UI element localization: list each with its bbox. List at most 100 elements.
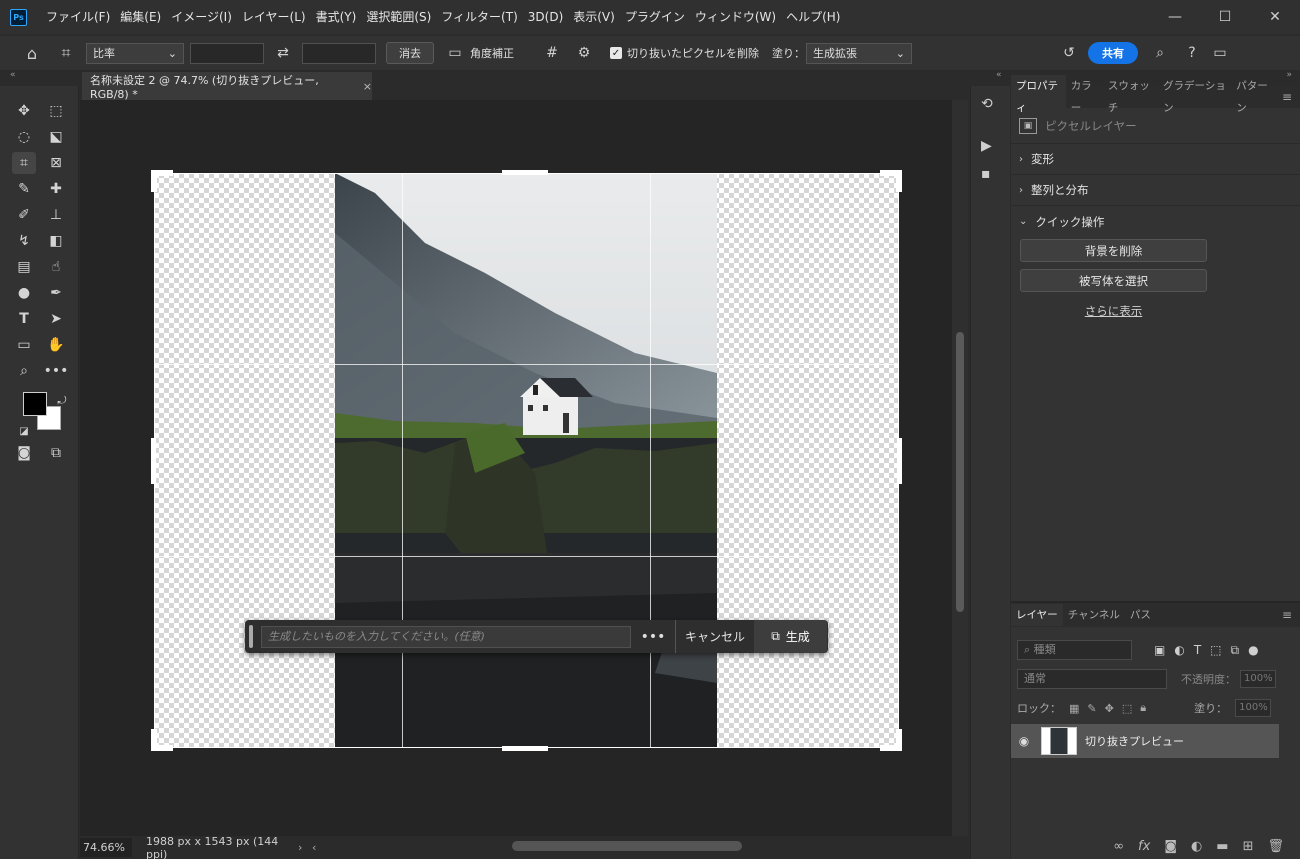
show-more-link[interactable]: さらに表示 [1020,303,1207,319]
object-selection-tool-icon[interactable]: ⬕ [44,126,68,148]
fill-select[interactable]: 生成拡張 ⌄ [806,42,912,64]
panel-menu-icon[interactable]: ≡ [1277,86,1300,108]
panel-menu-icon[interactable]: ≡ [1277,604,1300,626]
remove-background-button[interactable]: 背景を削除 [1020,239,1207,262]
menu-file[interactable]: ファイル(F) [41,0,115,34]
straighten-label[interactable]: 角度補正 [470,45,526,61]
lock-transparent-icon[interactable]: ▦ [1069,702,1079,715]
section-transform[interactable]: › 変形 [1011,144,1300,175]
undo-icon[interactable]: ↺ [1054,45,1084,61]
gradient-tool-icon[interactable]: ▤ [12,256,36,278]
maximize-button[interactable]: ☐ [1200,0,1250,34]
tab-paths[interactable]: パス [1125,604,1156,626]
smudge-tool-icon[interactable]: ☝ [44,256,68,278]
link-layers-icon[interactable]: ∞ [1113,839,1124,854]
frame-tool-icon[interactable]: ⊠ [44,152,68,174]
fill-input[interactable]: 100% [1235,699,1272,717]
tab-layers[interactable]: レイヤー [1011,604,1063,626]
brush-tool-icon[interactable]: ✐ [12,204,36,226]
filter-toggle-icon[interactable]: ● [1248,643,1258,658]
default-colors-icon[interactable]: ◪ [12,420,36,442]
cancel-button[interactable]: キャンセル [676,628,754,645]
tab-patterns[interactable]: パターン [1231,75,1277,119]
filter-shape-icon[interactable]: ⬚ [1210,643,1221,658]
hand-tool-icon[interactable]: ✋ [44,334,68,356]
close-tab-icon[interactable]: × [363,80,372,93]
horizontal-scroll-thumb[interactable] [512,841,742,851]
layer-row[interactable]: ◉ 切り抜きプレビュー [1011,724,1279,758]
quick-mask-icon[interactable]: ◙ [12,442,36,464]
marquee-tool-icon[interactable]: ⬚ [44,100,68,122]
section-quick-actions[interactable]: ⌄ クイック操作 [1011,206,1300,237]
delete-cropped-pixels-checkbox[interactable]: ✓ 切り抜いたピクセルを削除 [610,45,760,61]
crop-handle-top-left[interactable] [151,170,157,192]
minimize-button[interactable]: — [1150,0,1200,34]
menu-3d[interactable]: 3D(D) [523,0,568,34]
straighten-icon[interactable]: ▭ [440,45,470,61]
eraser-tool-icon[interactable]: ◧ [44,230,68,252]
zoom-tool-icon[interactable]: ⌕ [12,360,36,382]
drag-handle[interactable] [249,625,253,648]
vertical-scrollbar[interactable] [952,100,968,836]
tool-presets-icon[interactable]: ▪ [981,166,991,182]
path-selection-tool-icon[interactable]: ➤ [44,308,68,330]
section-align[interactable]: › 整列と分布 [1011,175,1300,206]
crop-handle-left[interactable] [151,438,156,484]
filter-pixel-icon[interactable]: ▣ [1154,643,1165,658]
lasso-tool-icon[interactable]: ◌ [12,126,36,148]
menu-view[interactable]: 表示(V) [568,0,620,34]
home-icon[interactable]: ⌂ [18,44,46,63]
tab-swatches[interactable]: スウォッチ [1103,75,1158,119]
generate-button[interactable]: ⧉ 生成 [754,620,827,653]
width-input[interactable] [190,42,264,64]
tab-color[interactable]: カラー [1066,75,1103,119]
overlay-grid-icon[interactable]: # [532,45,572,61]
screen-mode-icon[interactable]: ⧉ [44,442,68,464]
menu-image[interactable]: イメージ(I) [166,0,237,34]
foreground-color-swatch[interactable] [23,392,47,416]
search-icon[interactable]: ⌕ [1144,45,1176,61]
menu-layer[interactable]: レイヤー(L) [237,0,311,34]
prompt-input[interactable]: 生成したいものを入力してください。(任意) [261,625,631,648]
crop-handle-bottom-right[interactable] [896,729,902,751]
swap-icon[interactable]: ⇄ [264,45,302,61]
menu-filter[interactable]: フィルター(T) [436,0,522,34]
help-icon[interactable]: ? [1176,45,1208,61]
eyedropper-tool-icon[interactable]: ✎ [12,178,36,200]
type-tool-icon[interactable]: T [12,308,36,330]
lock-all-icon[interactable]: 🔒︎ [1140,701,1146,715]
toolbar-collapse[interactable]: « [0,70,79,86]
rectangle-tool-icon[interactable]: ▭ [12,334,36,356]
crop-handle-top-right[interactable] [896,170,902,192]
dodge-tool-icon[interactable]: ● [12,282,36,304]
fx-icon[interactable]: fx [1138,839,1150,854]
blend-mode-select[interactable]: 通常 [1017,669,1167,689]
move-tool-icon[interactable]: ✥ [12,100,36,122]
share-button[interactable]: 共有 [1088,42,1138,64]
menu-help[interactable]: ヘルプ(H) [781,0,845,34]
more-tools-icon[interactable]: ••• [44,360,69,382]
crop-handle-right[interactable] [897,438,902,484]
stamp-tool-icon[interactable]: ⊥ [44,204,68,226]
menu-select[interactable]: 選択範囲(S) [361,0,436,34]
menu-edit[interactable]: 編集(E) [115,0,166,34]
opacity-input[interactable]: 100% [1240,670,1276,688]
gear-icon[interactable]: ⚙ [572,45,596,61]
crop-canvas[interactable] [151,170,902,751]
layer-filter-select[interactable]: ⌕ 種類 [1017,640,1132,660]
pen-tool-icon[interactable]: ✒ [44,282,68,304]
filter-adjustment-icon[interactable]: ◐ [1174,643,1184,658]
actions-play-icon[interactable]: ▶ [981,138,992,154]
close-button[interactable]: ✕ [1250,0,1300,34]
tab-channels[interactable]: チャンネル [1063,604,1125,626]
scroll-left-icon[interactable]: ‹ [312,841,326,854]
adjustment-layer-icon[interactable]: ◐ [1191,839,1202,854]
crop-handle-bottom-left[interactable] [151,729,157,751]
healing-brush-tool-icon[interactable]: ✚ [44,178,68,200]
filter-type-icon[interactable]: T [1194,643,1201,658]
lock-position-icon[interactable]: ✥ [1105,702,1114,715]
menu-type[interactable]: 書式(Y) [311,0,362,34]
new-layer-icon[interactable]: ⊞ [1243,839,1254,854]
menu-plugins[interactable]: プラグイン [620,0,690,34]
crop-tool-icon[interactable]: ⌗ [12,152,36,174]
